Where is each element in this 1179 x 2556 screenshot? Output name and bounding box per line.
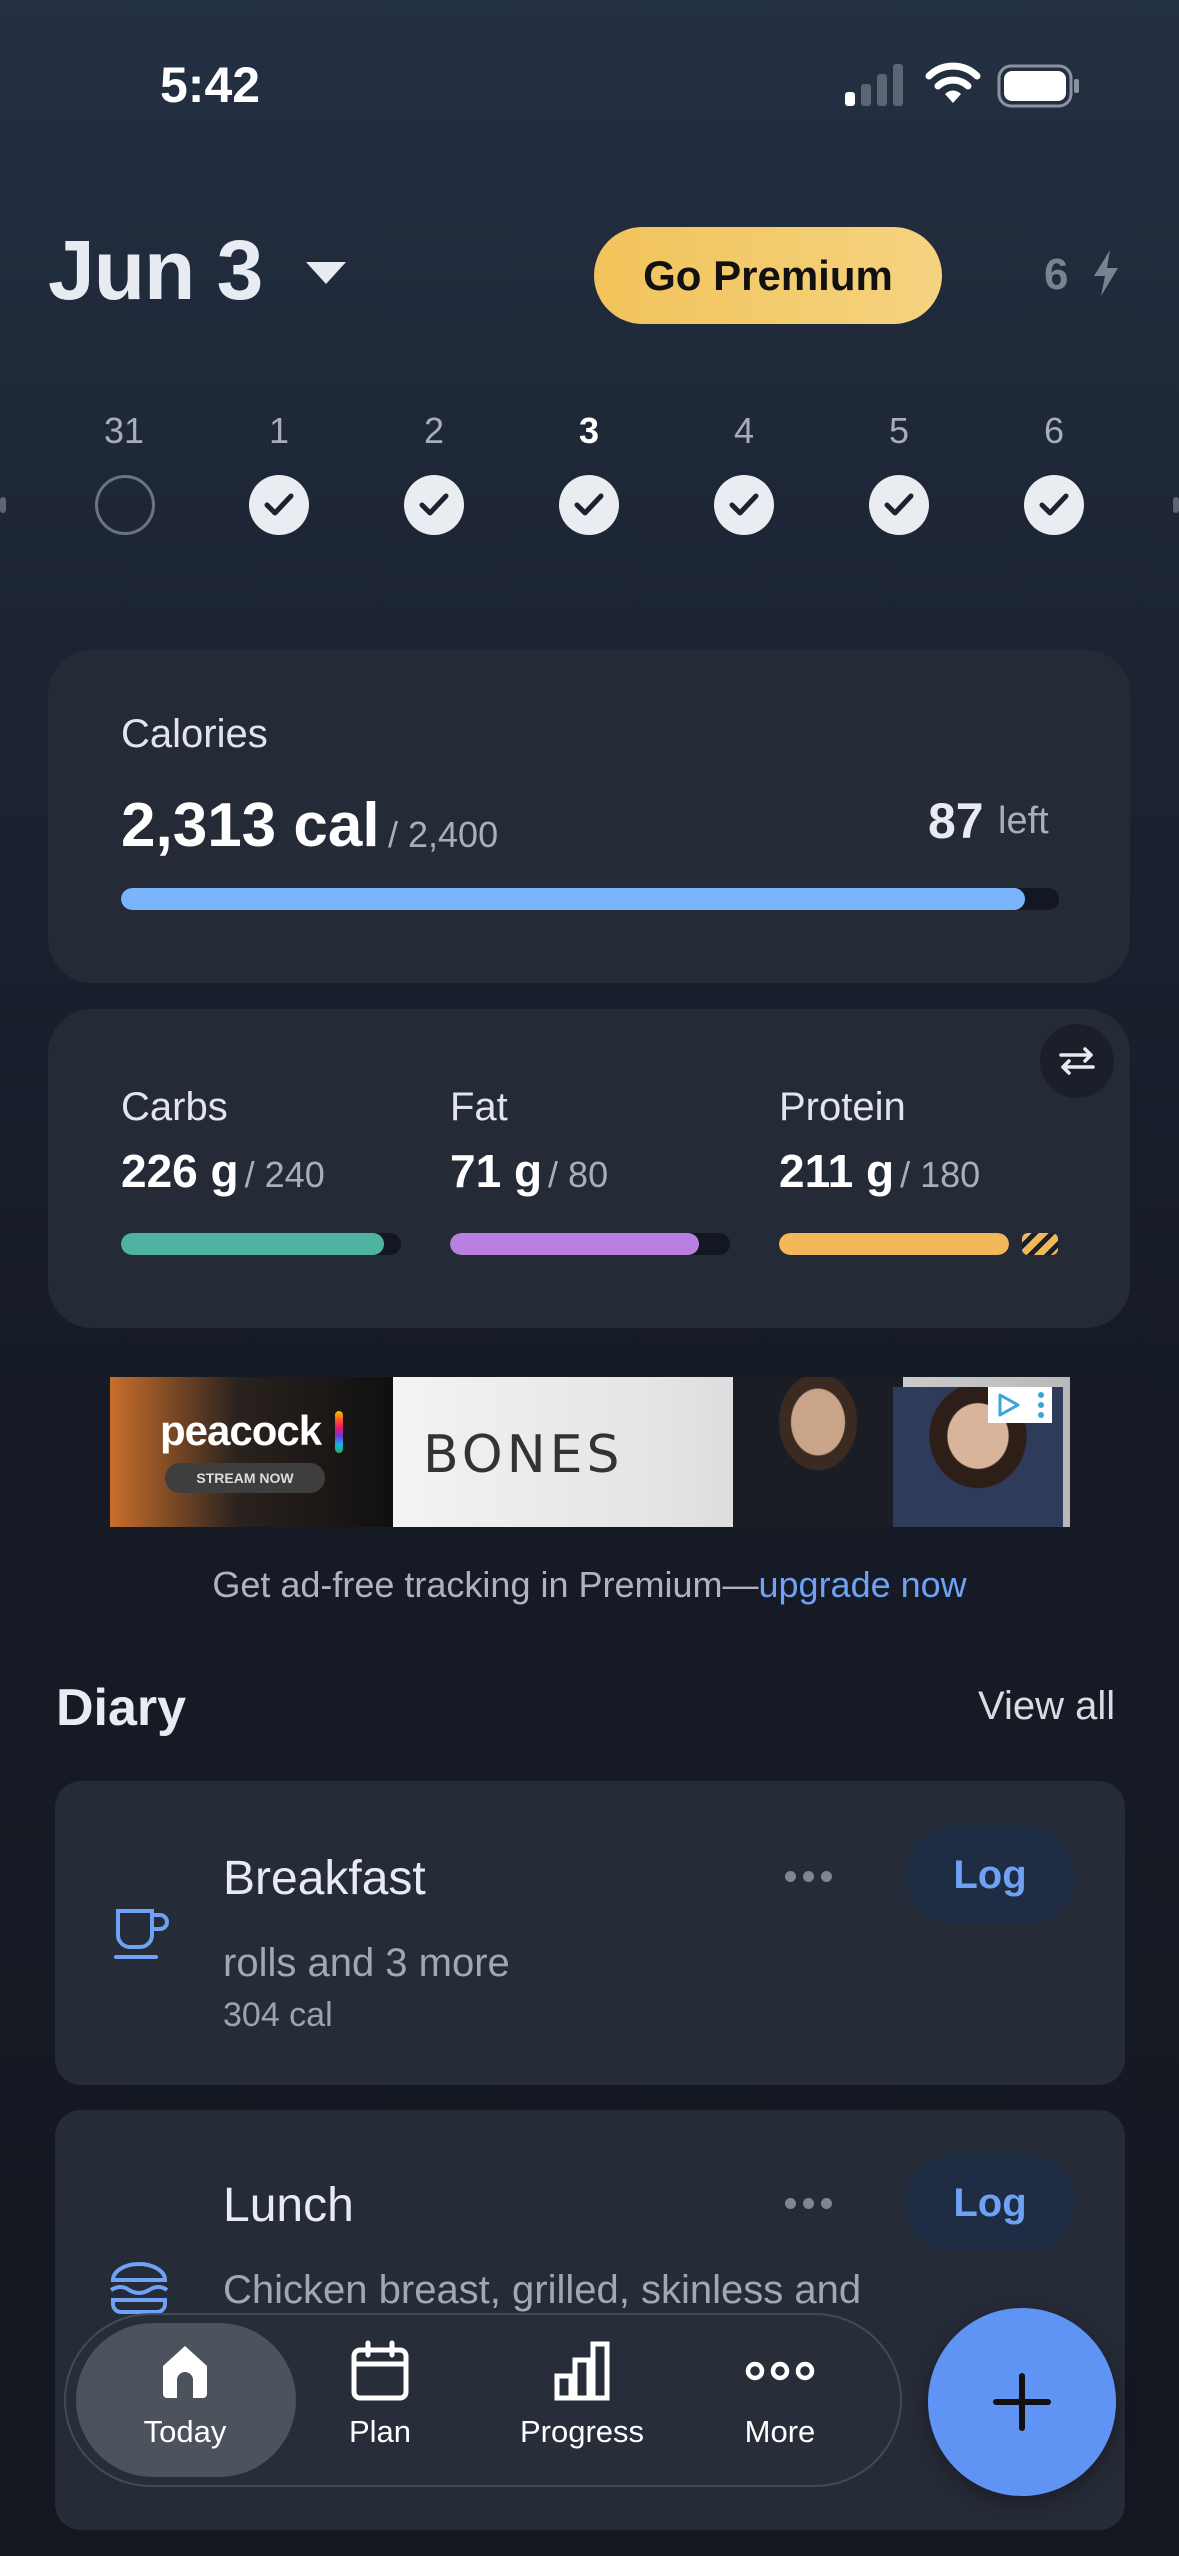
calories-goal: / 2,400: [388, 814, 499, 855]
checkmark-icon[interactable]: [714, 475, 774, 535]
tab-plan[interactable]: Plan: [320, 2340, 440, 2450]
burger-icon: [109, 2262, 169, 2314]
tab-label: Today: [143, 2414, 227, 2449]
protein-progress-bar: [779, 1233, 1009, 1255]
lightning-bolt-icon[interactable]: [1092, 250, 1120, 296]
checkmark-icon[interactable]: [249, 475, 309, 535]
meal-calories: 304 cal: [223, 1996, 333, 2034]
tab-today[interactable]: Today: [110, 2340, 260, 2450]
week-day-4[interactable]: 4: [704, 410, 784, 456]
day-incomplete-circle[interactable]: [95, 475, 155, 535]
protein-progress-fill: [779, 1233, 1009, 1255]
add-entry-button[interactable]: [928, 2308, 1116, 2496]
checkmark-icon[interactable]: [1024, 475, 1084, 535]
day-label: 5: [888, 410, 910, 451]
tab-more[interactable]: More: [720, 2340, 840, 2450]
protein-over-goal-indicator: [1022, 1233, 1058, 1255]
meal-name: Lunch: [223, 2179, 354, 2232]
ad-image-panel: BONES: [393, 1377, 1070, 1527]
calendar-icon: [351, 2340, 409, 2401]
plus-icon: [993, 2373, 1051, 2431]
day-label: 4: [733, 410, 755, 451]
macro-name: Fat: [450, 1085, 508, 1129]
checkmark-icon[interactable]: [559, 475, 619, 535]
macro-value: 71 g: [450, 1145, 543, 1197]
tab-progress[interactable]: Progress: [507, 2340, 657, 2450]
log-lunch-button[interactable]: Log: [905, 2154, 1075, 2252]
ad-show-title: BONES: [423, 1425, 624, 1485]
status-time: 5:42: [160, 57, 261, 113]
meal-card-breakfast[interactable]: Breakfast Log rolls and 3 more 304 cal: [55, 1781, 1125, 2085]
day-label: 1: [268, 410, 290, 451]
fat-progress-fill: [450, 1233, 700, 1255]
calories-consumed: 2,313 cal: [121, 791, 380, 860]
week-strip-edge: [1173, 497, 1179, 513]
diary-title: Diary: [56, 1679, 187, 1737]
ad-stream-now: STREAM NOW: [165, 1463, 325, 1493]
macro-carbs: Carbs 226 g/ 240: [121, 1085, 401, 1198]
checkmark-icon[interactable]: [404, 475, 464, 535]
macro-fat: Fat 71 g/ 80: [450, 1085, 730, 1198]
home-icon: [163, 2346, 207, 2398]
tab-label: Plan: [348, 2414, 412, 2449]
day-label: 3: [578, 410, 600, 451]
week-day-2[interactable]: 2: [394, 410, 474, 456]
fat-progress-bar: [450, 1233, 730, 1255]
macro-protein: Protein 211 g/ 180: [779, 1085, 1059, 1198]
log-breakfast-button[interactable]: Log: [905, 1826, 1075, 1924]
ad-brand-logo: peacock: [160, 1407, 322, 1454]
date-title[interactable]: Jun 3: [48, 222, 263, 319]
streak-count[interactable]: 6: [1044, 250, 1068, 300]
day-label: 2: [423, 410, 445, 451]
macro-goal: / 240: [244, 1154, 325, 1195]
calories-left-value: 87: [928, 793, 984, 849]
ad-image-person: [733, 1377, 903, 1527]
carbs-progress-fill: [121, 1233, 385, 1255]
checkmark-icon[interactable]: [869, 475, 929, 535]
week-day-3[interactable]: 3: [549, 410, 629, 456]
calories-progress-fill: [121, 888, 1026, 910]
bar-chart-icon: [554, 2341, 610, 2401]
day-label: 6: [1043, 410, 1065, 451]
calories-progress-bar: [121, 888, 1059, 910]
macro-name: Carbs: [121, 1085, 228, 1129]
cellular-signal-icon: [845, 64, 903, 106]
ad-banner[interactable]: peacock STREAM NOW BONES: [110, 1377, 1070, 1527]
calories-left-label: left: [998, 800, 1049, 842]
tab-label: More: [744, 2414, 816, 2449]
more-options-icon[interactable]: [785, 1871, 832, 1882]
day-label: 31: [103, 410, 145, 451]
week-day-6[interactable]: 6: [1014, 410, 1094, 456]
ad-free-text: Get ad-free tracking in Premium—: [212, 1564, 759, 1605]
ad-brand-panel: peacock STREAM NOW: [110, 1377, 393, 1527]
calories-label: Calories: [121, 712, 268, 756]
week-day-1[interactable]: 1: [239, 410, 319, 456]
battery-icon: [997, 64, 1079, 108]
cup-icon: [114, 1909, 169, 1959]
macro-goal: / 180: [900, 1154, 981, 1195]
macro-value: 226 g: [121, 1145, 239, 1197]
wifi-icon: [925, 62, 981, 103]
meal-description: Chicken breast, grilled, skinless and: [223, 2268, 862, 2312]
macro-value: 211 g: [779, 1145, 895, 1197]
ad-brand-dots: [335, 1411, 343, 1453]
week-strip-edge: [0, 497, 6, 513]
macro-name: Protein: [779, 1085, 906, 1129]
ad-choices-icon[interactable]: [988, 1387, 1052, 1423]
chevron-down-icon[interactable]: [306, 262, 346, 284]
upgrade-now-link[interactable]: upgrade now: [759, 1564, 967, 1605]
macro-goal: / 80: [548, 1154, 609, 1195]
more-options-icon[interactable]: [785, 2198, 832, 2209]
week-day-5[interactable]: 5: [859, 410, 939, 456]
meal-name: Breakfast: [223, 1852, 426, 1905]
ad-free-upsell: Get ad-free tracking in Premium—upgrade …: [0, 1564, 1179, 1606]
tab-label: Progress: [519, 2414, 645, 2449]
carbs-progress-bar: [121, 1233, 401, 1255]
view-all-link[interactable]: View all: [978, 1684, 1115, 1729]
week-day-31[interactable]: 31: [84, 410, 164, 456]
go-premium-button[interactable]: Go Premium: [594, 227, 942, 324]
more-icon: [745, 2361, 815, 2381]
meal-description: rolls and 3 more: [223, 1941, 510, 1985]
